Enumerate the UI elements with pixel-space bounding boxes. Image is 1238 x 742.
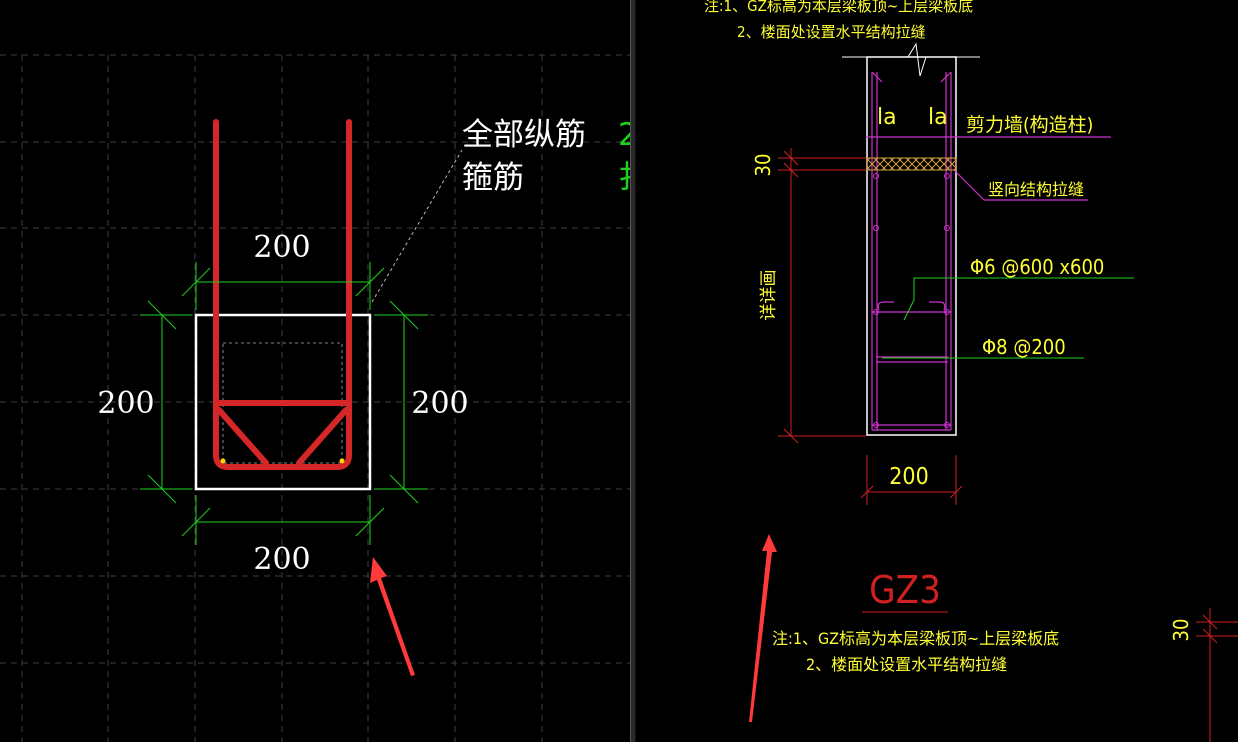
la-label-left: la [877,105,897,130]
detail-title: GZ3 [869,568,941,612]
dim-bottom-label: 200 [253,542,310,577]
break-line [842,42,980,77]
width-dim-label: 200 [889,464,929,490]
note-bottom-line1: 注:1、GZ标高为本层梁板顶~上层梁板底 [772,629,1059,648]
stirrup-label: 箍筋 [462,160,524,196]
note-top-line2: 2、楼面处设置水平结构拉缝 [737,23,926,41]
left-drawing-canvas: 200 200 200 200 全部纵筋 箍筋 2 扌 [0,54,630,742]
longitudinal-rebar-label: 全部纵筋 [462,117,586,153]
note-top-line1: 注:1、GZ标高为本层梁板顶~上层梁板底 [704,0,973,15]
leader-line [371,149,463,303]
left-drawing-pane[interactable]: 200 200 200 200 全部纵筋 箍筋 2 扌 [0,0,630,742]
shear-wall-label: 剪力墙(构造柱) [966,114,1093,136]
note-bottom-line2: 2、楼面处设置水平结构拉缝 [806,655,1007,674]
dim-right-label: 200 [411,386,468,421]
vertical-joint-label: 竖向结构拉缝 [988,180,1084,199]
stirrup-value: 扌 [618,160,630,196]
red-dimensions [778,148,1238,742]
right-drawing-pane[interactable]: 注:1、GZ标高为本层梁板顶~上层梁板底 2、楼面处设置水平结构拉缝 la la… [636,0,1238,742]
dim-top-label: 200 [253,230,310,265]
stirrup-spacing-label: Φ8 @200 [982,335,1066,359]
grid-lines [0,54,630,742]
rebar-cage [213,119,352,470]
dim-30-right-label: 30 [1169,619,1193,642]
dim-left-label: 200 [97,386,154,421]
rebar-dot [220,458,226,464]
rebar-dot [339,458,345,464]
rebar-dots [873,173,950,428]
longitudinal-rebar-value: 2 [618,117,630,153]
right-drawing-canvas: 注:1、GZ标高为本层梁板顶~上层梁板底 2、楼面处设置水平结构拉缝 la la… [704,0,1238,742]
la-label-right: la [928,105,948,130]
height-dim-label: 详详画 [759,270,779,321]
dim-30-label: 30 [751,154,775,177]
structural-joint-hatch [866,157,957,171]
red-arrow-annotation [749,534,777,722]
red-arrow-annotation [370,557,415,676]
tie-rebar-label: Φ6 @600 x600 [970,255,1104,279]
